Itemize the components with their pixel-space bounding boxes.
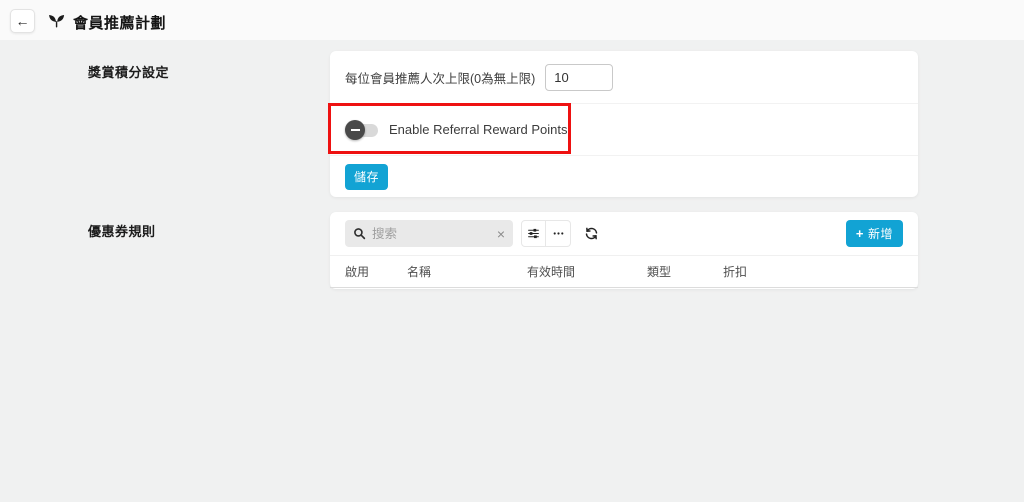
- referral-limit-label: 每位會員推薦人次上限(0為無上限): [345, 68, 535, 87]
- add-coupon-label: 新增: [868, 225, 893, 242]
- column-header-enabled: 啟用: [345, 263, 407, 280]
- member-referral-page: ← 會員推薦計劃 獎賞積分設定 優惠券規則 每位會員推薦人次上限(0為無上限) …: [0, 0, 1024, 502]
- column-header-type: 類型: [647, 263, 723, 280]
- plus-icon: +: [856, 226, 864, 241]
- save-button[interactable]: 儲存: [345, 164, 388, 190]
- referral-reward-toggle-label: Enable Referral Reward Points: [389, 122, 567, 137]
- back-button[interactable]: ←: [10, 9, 35, 33]
- column-header-discount: 折扣: [723, 263, 903, 280]
- referral-reward-toggle[interactable]: [345, 120, 381, 140]
- list-options-button-group: [521, 220, 571, 247]
- section-label-reward-points: 獎賞積分設定: [88, 62, 169, 81]
- refresh-button[interactable]: [579, 220, 603, 247]
- referral-limit-input[interactable]: [545, 64, 613, 91]
- section-label-coupon-rules: 優惠券規則: [88, 221, 156, 240]
- save-row: 儲存: [330, 155, 918, 197]
- coupon-rules-card: ×: [330, 212, 918, 289]
- page-title: 會員推薦計劃: [73, 12, 166, 33]
- add-coupon-button[interactable]: + 新增: [846, 220, 903, 247]
- reward-points-card: 每位會員推薦人次上限(0為無上限) Enable Referral Reward…: [330, 51, 918, 197]
- toggle-minus-icon: [345, 120, 365, 140]
- filter-sliders-button[interactable]: [521, 220, 546, 247]
- coupon-table-header: 啟用 名稱 有效時間 類型 折扣: [330, 255, 918, 288]
- clear-search-icon[interactable]: ×: [497, 227, 505, 241]
- referral-limit-row: 每位會員推薦人次上限(0為無上限): [330, 51, 918, 103]
- more-options-button[interactable]: [546, 220, 571, 247]
- column-header-valid-period: 有效時間: [527, 263, 647, 280]
- top-bar: ← 會員推薦計劃: [0, 0, 1024, 40]
- enable-referral-toggle-row: Enable Referral Reward Points: [330, 103, 918, 155]
- sprout-icon: [47, 11, 66, 30]
- coupon-toolbar: ×: [330, 212, 918, 255]
- search-input[interactable]: [372, 227, 491, 241]
- column-header-name: 名稱: [407, 263, 527, 280]
- search-icon: [353, 227, 366, 240]
- search-box[interactable]: ×: [345, 220, 513, 247]
